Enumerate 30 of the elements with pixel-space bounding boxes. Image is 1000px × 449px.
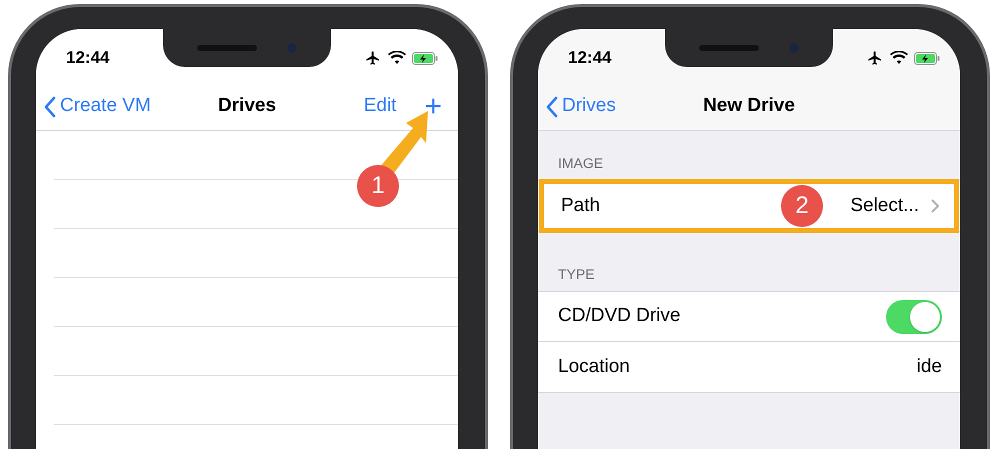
airplane-icon <box>364 50 382 66</box>
status-time: 12:44 <box>66 47 110 70</box>
step-badge: 1 <box>357 165 399 207</box>
wifi-icon <box>388 51 406 65</box>
chevron-left-icon <box>546 96 558 118</box>
back-button[interactable]: Create VM <box>44 92 151 121</box>
edit-button[interactable]: Edit <box>364 92 396 121</box>
settings-row[interactable]: CD/DVD Drive <box>538 292 960 342</box>
status-time: 12:44 <box>568 47 612 70</box>
section-header: IMAGE <box>557 154 604 173</box>
row-label: CD/DVD Drive <box>558 304 680 328</box>
battery-icon <box>914 52 940 64</box>
chevron-left-icon <box>44 96 56 118</box>
wifi-icon <box>890 51 908 65</box>
airplane-icon <box>866 50 884 66</box>
section-header: TYPE <box>557 265 596 284</box>
toggle-switch[interactable] <box>886 300 942 334</box>
row-label: Location <box>558 354 630 379</box>
settings-row[interactable]: Location ide <box>538 342 960 392</box>
nav-title: Drives <box>218 94 276 118</box>
back-button[interactable]: Drives <box>546 92 616 121</box>
nav-title: New Drive <box>703 94 795 118</box>
add-button[interactable]: + <box>424 92 442 122</box>
chevron-right-icon <box>931 199 939 213</box>
settings-row[interactable]: Path 2 Select... <box>541 181 957 231</box>
step-badge: 2 <box>781 185 823 227</box>
row-value: Select... <box>850 194 919 218</box>
battery-icon <box>412 52 438 64</box>
row-label: Path <box>561 194 600 218</box>
row-value: ide <box>916 354 942 379</box>
